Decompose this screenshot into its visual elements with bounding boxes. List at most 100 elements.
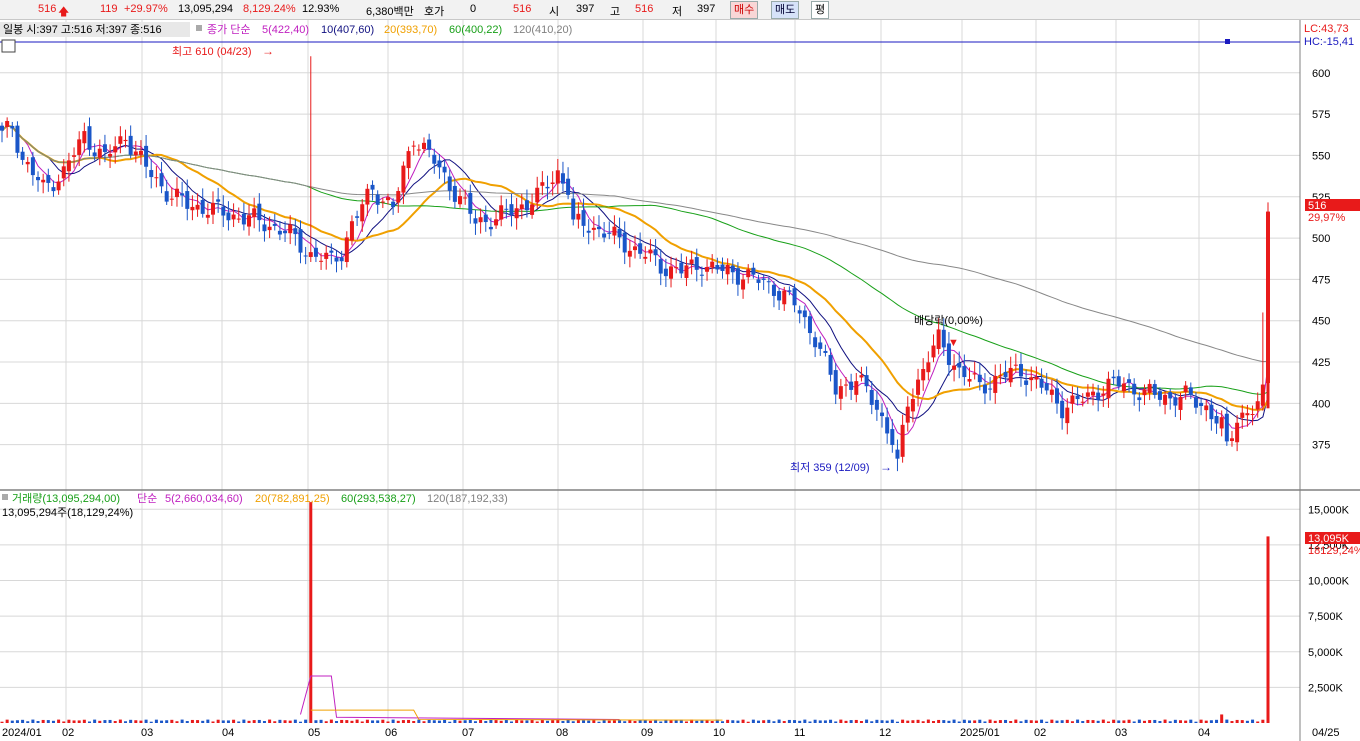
volume-bar [319, 719, 323, 723]
volume-bar [1142, 720, 1146, 723]
candle-body [633, 246, 637, 251]
candle-body [838, 386, 843, 399]
sell-button[interactable]: 매도 [771, 1, 800, 19]
candle [25, 156, 30, 173]
candle [566, 167, 571, 200]
volume-tick-label: 10,000K [1308, 576, 1350, 588]
volume-bar [283, 720, 287, 723]
candle-body [262, 224, 267, 232]
candle [777, 287, 782, 311]
price-tick-label: 575 [1312, 109, 1330, 121]
volume-bar [309, 502, 313, 723]
volume-bar [324, 721, 328, 723]
volume-bar [942, 720, 946, 723]
candle [231, 203, 236, 228]
volume-bar [1034, 720, 1038, 723]
volume-bar [587, 720, 591, 723]
quote-toolbar: 516 🡅 119 +29.97% 13,095,294 8,129.24% 1… [0, 0, 1360, 20]
candle-body [1157, 391, 1162, 400]
candle-body [360, 204, 365, 222]
price-axis: 375400425450475500525550575600 [1312, 68, 1330, 452]
buy-button[interactable]: 매수 [730, 1, 759, 19]
candle [200, 188, 205, 218]
candle-body [993, 375, 998, 393]
candle-body [231, 214, 236, 220]
candle [1039, 368, 1044, 394]
candle [926, 351, 931, 381]
candle [900, 414, 905, 463]
candle-body [1147, 383, 1152, 393]
candle-body [1018, 364, 1023, 377]
volume-bar [170, 719, 174, 723]
candle [638, 232, 643, 259]
candle-body [452, 185, 457, 202]
date-tick-label: 07 [462, 727, 474, 739]
volume-bar [134, 720, 138, 723]
candle [72, 147, 77, 169]
volume-bar [509, 721, 513, 723]
hc-marker[interactable] [1225, 39, 1230, 44]
candle-body [730, 265, 735, 273]
candle-body [51, 187, 56, 192]
volume-bar [1199, 719, 1203, 723]
candle [838, 378, 843, 411]
candle [1152, 379, 1157, 399]
candle-body [1091, 391, 1096, 396]
candle [360, 199, 365, 232]
volume-bar [226, 720, 230, 723]
volume-bar [371, 720, 375, 723]
candle-body [87, 126, 92, 150]
candle-body [15, 125, 20, 153]
candle [555, 158, 560, 194]
candle-body [128, 135, 133, 155]
candle [689, 250, 694, 275]
calendar-icon[interactable] [1, 39, 16, 53]
volume-bar [1081, 721, 1085, 723]
candle-body [494, 219, 499, 226]
candle [514, 197, 519, 230]
candle-body [473, 218, 478, 224]
date-tick-label: 10 [713, 727, 725, 739]
candle [303, 246, 308, 265]
candle-body [169, 198, 174, 200]
volume-bar [355, 719, 359, 723]
candle [113, 136, 118, 164]
candle [699, 266, 704, 287]
volume-bar [201, 720, 205, 723]
candle-body [97, 148, 102, 158]
date-tick-label: 03 [141, 727, 153, 739]
quote-value: 0 [470, 3, 477, 15]
candle-body [962, 366, 967, 378]
volume-bar [1220, 714, 1224, 723]
candle [627, 239, 632, 268]
volume-bar [314, 720, 318, 723]
volume-bar [834, 721, 838, 723]
average-button[interactable]: 평 [811, 1, 830, 19]
volume-bar [1240, 720, 1244, 723]
candle-body [1008, 367, 1013, 383]
candle-body [823, 350, 828, 353]
candle-body [1106, 378, 1111, 399]
candle-body [694, 257, 699, 270]
candle-body [25, 161, 30, 165]
candle-body [643, 256, 648, 259]
candle-body [998, 375, 1003, 377]
grid-lines [0, 20, 1301, 723]
volume-bar [165, 720, 169, 723]
candle-body [77, 139, 82, 155]
volume-bar [196, 720, 200, 723]
volume-ma60: 60(293,538,27) [341, 493, 416, 505]
candle [622, 221, 627, 265]
volume-bar [31, 719, 35, 723]
last-candle-body [1266, 211, 1270, 409]
candle [962, 354, 967, 386]
candle-body [334, 257, 339, 262]
stock-chart[interactable]: 375400425450475500525550575600 2,500K5,0… [0, 20, 1360, 741]
candle [144, 134, 149, 179]
candle [56, 174, 61, 195]
candle [391, 198, 396, 215]
candle-body [1080, 401, 1085, 403]
volume-bar [1173, 719, 1177, 723]
volume-bar [1086, 719, 1090, 723]
volume-bar [494, 720, 498, 723]
